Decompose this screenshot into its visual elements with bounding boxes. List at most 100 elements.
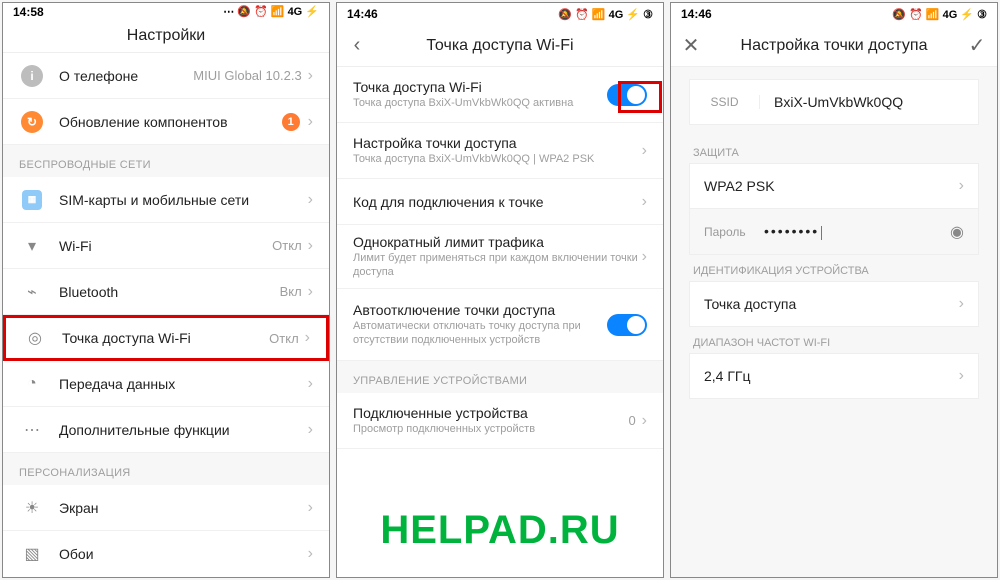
security-value: WPA2 PSK — [704, 178, 959, 194]
info-icon: i — [19, 63, 45, 89]
row-bluetooth[interactable]: ⌁ Bluetooth Вкл › — [3, 269, 329, 315]
panel-settings: 14:58 ⋯ 🔕 ⏰ 📶 4G ⚡ Настройки i О телефон… — [2, 2, 330, 578]
bt-label: Bluetooth — [59, 284, 280, 300]
chevron-right-icon: › — [308, 191, 313, 209]
password-value[interactable]: •••••••• — [764, 223, 950, 239]
row-data-limit[interactable]: Однократный лимит трафика Лимит будет пр… — [337, 225, 663, 289]
chevron-right-icon: › — [305, 329, 310, 347]
section-personalization: ПЕРСОНАЛИЗАЦИЯ — [3, 453, 329, 485]
panel-hotspot: 14:46 🔕 ⏰ 📶 4G ⚡ ③ ‹ Точка доступа Wi-Fi… — [336, 2, 664, 578]
section-band: ДИАПАЗОН ЧАСТОТ WI-FI — [671, 327, 997, 353]
chevron-right-icon: › — [308, 375, 313, 393]
data-label: Передача данных — [59, 376, 308, 392]
chevron-right-icon: › — [642, 193, 647, 211]
row-display[interactable]: ☀ Экран › — [3, 485, 329, 531]
ident-value: Точка доступа — [704, 296, 959, 312]
watermark: HELPAD.RU — [337, 508, 663, 553]
chevron-right-icon: › — [959, 177, 964, 195]
row-connected-devices[interactable]: Подключенные устройства Просмотр подключ… — [337, 393, 663, 449]
ssid-value[interactable]: BxiX-UmVkbWk0QQ — [760, 94, 978, 110]
row-wallpaper[interactable]: ▧ Обои › — [3, 531, 329, 577]
limit-label: Однократный лимит трафика Лимит будет пр… — [353, 234, 642, 278]
row-auto-off[interactable]: Автоотключение точки доступа Автоматичес… — [337, 289, 663, 361]
back-button[interactable]: ‹ — [337, 25, 377, 66]
row-hotspot-config[interactable]: Настройка точки доступа Точка доступа Bx… — [337, 123, 663, 179]
chevron-right-icon: › — [642, 248, 647, 266]
row-wifi[interactable]: ▾ Wi-Fi Откл › — [3, 223, 329, 269]
auto-off-label: Автоотключение точки доступа Автоматичес… — [353, 302, 607, 346]
status-bar: 14:46 🔕 ⏰ 📶 4G ⚡ ③ — [337, 3, 663, 25]
row-qr-code[interactable]: Код для подключения к точке › — [337, 179, 663, 225]
hotspot-toggle-label: Точка доступа Wi-Fi Точка доступа BxiX-U… — [353, 79, 607, 110]
qr-label: Код для подключения к точке — [353, 194, 642, 210]
more-icon: ⋯ — [19, 417, 45, 443]
status-icons: 🔕 ⏰ 📶 4G ⚡ ③ — [892, 8, 987, 21]
chevron-right-icon: › — [308, 545, 313, 563]
row-security[interactable]: WPA2 PSK › — [689, 163, 979, 209]
status-bar: 14:46 🔕 ⏰ 📶 4G ⚡ ③ — [671, 3, 997, 25]
bt-value: Вкл — [280, 284, 302, 299]
confirm-button[interactable]: ✓ — [957, 25, 997, 66]
display-icon: ☀ — [19, 495, 45, 521]
devices-label: Подключенные устройства Просмотр подключ… — [353, 405, 628, 436]
row-update-components[interactable]: ↻ Обновление компонентов 1 › — [3, 99, 329, 145]
chevron-right-icon: › — [959, 295, 964, 313]
chevron-right-icon: › — [308, 113, 313, 131]
page-title: Настройки — [127, 27, 205, 45]
data-usage-icon: ◔ — [19, 371, 45, 397]
row-ident[interactable]: Точка доступа › — [689, 281, 979, 327]
hotspot-value: Откл — [269, 331, 299, 346]
row-band[interactable]: 2,4 ГГц › — [689, 353, 979, 399]
hotspot-label: Точка доступа Wi-Fi — [62, 330, 269, 346]
band-value: 2,4 ГГц — [704, 368, 959, 384]
config-label: Настройка точки доступа Точка доступа Bx… — [353, 135, 642, 166]
update-badge: 1 — [282, 113, 300, 131]
title-bar: ‹ Точка доступа Wi-Fi — [337, 25, 663, 67]
hotspot-switch[interactable] — [607, 84, 647, 106]
status-bar: 14:58 ⋯ 🔕 ⏰ 📶 4G ⚡ — [3, 3, 329, 20]
auto-off-switch[interactable] — [607, 314, 647, 336]
ssid-field[interactable]: SSID BxiX-UmVkbWk0QQ — [689, 79, 979, 125]
row-hotspot[interactable]: ◎ Точка доступа Wi-Fi Откл › — [3, 315, 329, 361]
page-title: Точка доступа Wi-Fi — [426, 37, 573, 55]
chevron-right-icon: › — [642, 412, 647, 430]
ssid-label: SSID — [690, 95, 760, 109]
update-label: Обновление компонентов — [59, 114, 282, 130]
section-ident: ИДЕНТИФИКАЦИЯ УСТРОЙСТВА — [671, 255, 997, 281]
hotspot-icon: ◎ — [22, 325, 48, 351]
more-label: Дополнительные функции — [59, 422, 308, 438]
status-icons: ⋯ 🔕 ⏰ 📶 4G ⚡ — [223, 5, 319, 18]
row-more[interactable]: ⋯ Дополнительные функции › — [3, 407, 329, 453]
about-value: MIUI Global 10.2.3 — [193, 68, 301, 83]
cancel-button[interactable]: ✕ — [671, 25, 711, 66]
chevron-right-icon: › — [308, 421, 313, 439]
sim-icon: ▦ — [19, 187, 45, 213]
row-data-usage[interactable]: ◔ Передача данных › — [3, 361, 329, 407]
wifi-label: Wi-Fi — [59, 238, 272, 254]
row-about-phone[interactable]: i О телефоне MIUI Global 10.2.3 › — [3, 53, 329, 99]
row-sim[interactable]: ▦ SIM-карты и мобильные сети › — [3, 177, 329, 223]
row-password[interactable]: Пароль •••••••• ◉ — [689, 209, 979, 255]
clock: 14:58 — [13, 5, 44, 19]
row-hotspot-toggle[interactable]: Точка доступа Wi-Fi Точка доступа BxiX-U… — [337, 67, 663, 123]
status-icons: 🔕 ⏰ 📶 4G ⚡ ③ — [558, 8, 653, 21]
chevron-right-icon: › — [642, 142, 647, 160]
panel-hotspot-config: 14:46 🔕 ⏰ 📶 4G ⚡ ③ ✕ Настройка точки дос… — [670, 2, 998, 578]
refresh-icon: ↻ — [19, 109, 45, 135]
title-bar: ✕ Настройка точки доступа ✓ — [671, 25, 997, 67]
page-title: Настройка точки доступа — [741, 37, 928, 55]
section-wireless: БЕСПРОВОДНЫЕ СЕТИ — [3, 145, 329, 177]
bluetooth-icon: ⌁ — [19, 279, 45, 305]
chevron-right-icon: › — [308, 283, 313, 301]
chevron-right-icon: › — [308, 237, 313, 255]
wallpaper-label: Обои — [59, 546, 308, 562]
devices-count: 0 — [628, 413, 635, 428]
section-security: ЗАЩИТА — [671, 137, 997, 163]
chevron-right-icon: › — [959, 367, 964, 385]
chevron-right-icon: › — [308, 67, 313, 85]
clock: 14:46 — [681, 7, 712, 21]
title-bar: Настройки — [3, 20, 329, 53]
wifi-value: Откл — [272, 238, 302, 253]
wifi-icon: ▾ — [19, 233, 45, 259]
eye-icon[interactable]: ◉ — [950, 222, 964, 242]
